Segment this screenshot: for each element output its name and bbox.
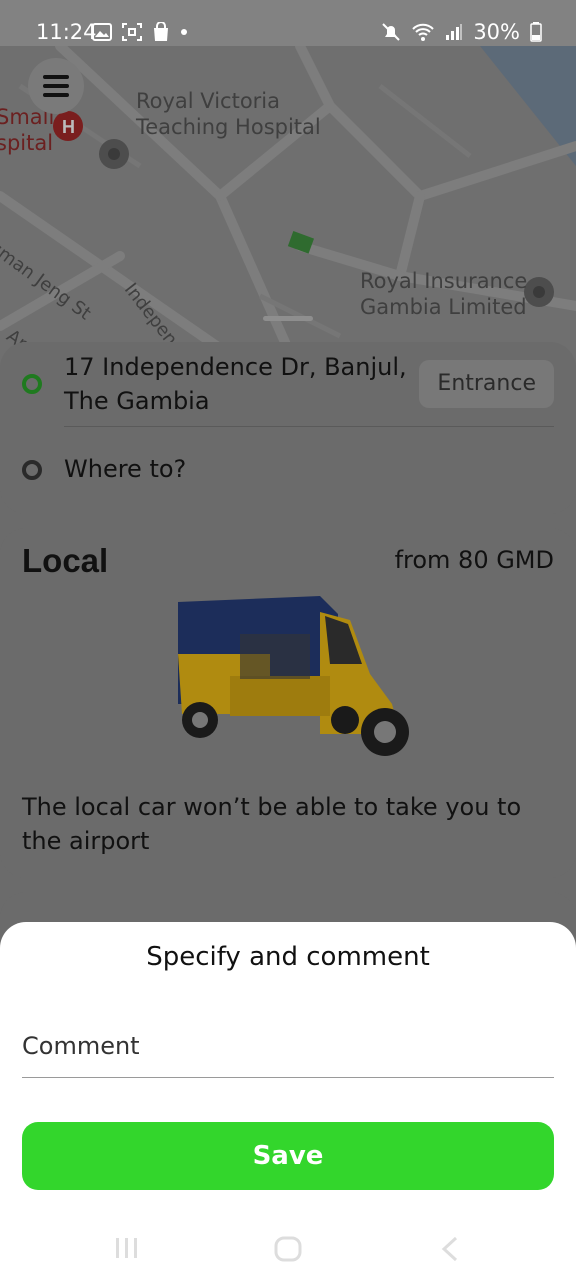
battery-icon — [530, 22, 542, 42]
shopping-bag-icon — [154, 22, 168, 41]
battery-percent: 30% — [473, 20, 520, 44]
mute-icon — [382, 23, 401, 41]
destination-dot-icon — [22, 460, 42, 480]
back-icon[interactable] — [440, 1236, 460, 1262]
screenshot-icon — [122, 23, 142, 41]
signal-icon — [446, 24, 463, 40]
map-label-insurance: Royal Insurance Gambia Limited — [360, 269, 528, 319]
save-button[interactable]: Save — [22, 1122, 554, 1190]
system-nav-bar — [0, 1212, 576, 1280]
pickup-address[interactable]: 17 Independence Dr, Banjul, The Gambia — [64, 350, 434, 418]
map-view[interactable]: H Royal Victoria Teaching Hospital Small… — [0, 46, 576, 376]
wifi-icon — [412, 23, 435, 41]
tariff-price: from 80 GMD — [394, 546, 554, 574]
svg-text:H: H — [62, 117, 75, 137]
tariff-card[interactable]: Local from 80 GMD The local car won’t be… — [0, 528, 576, 878]
tariff-name: Local — [22, 542, 109, 579]
destination-placeholder[interactable]: Where to? — [64, 452, 186, 486]
pickup-dot-icon — [22, 374, 42, 394]
sheet-title: Specify and comment — [146, 942, 430, 972]
home-icon[interactable] — [274, 1236, 302, 1262]
entrance-button[interactable]: Entrance — [419, 360, 554, 408]
map-drag-handle[interactable] — [263, 316, 313, 321]
comment-input[interactable] — [22, 1014, 554, 1078]
route-card: 17 Independence Dr, Banjul, The Gambia E… — [0, 342, 576, 514]
menu-button[interactable] — [28, 58, 84, 114]
status-notification-icons — [92, 22, 188, 42]
menu-icon — [43, 75, 69, 79]
dot-icon — [181, 29, 187, 35]
route-divider — [64, 426, 554, 427]
tariff-note: The local car won’t be able to take you … — [22, 793, 522, 855]
gallery-icon — [92, 23, 112, 41]
status-system-icons: 30% — [381, 20, 542, 44]
status-time: 11:24 — [36, 20, 97, 44]
recent-apps-icon[interactable] — [114, 1236, 140, 1260]
tuk-tuk-icon — [178, 596, 409, 756]
map-label-hospital: Royal Victoria Teaching Hospital — [136, 89, 321, 139]
